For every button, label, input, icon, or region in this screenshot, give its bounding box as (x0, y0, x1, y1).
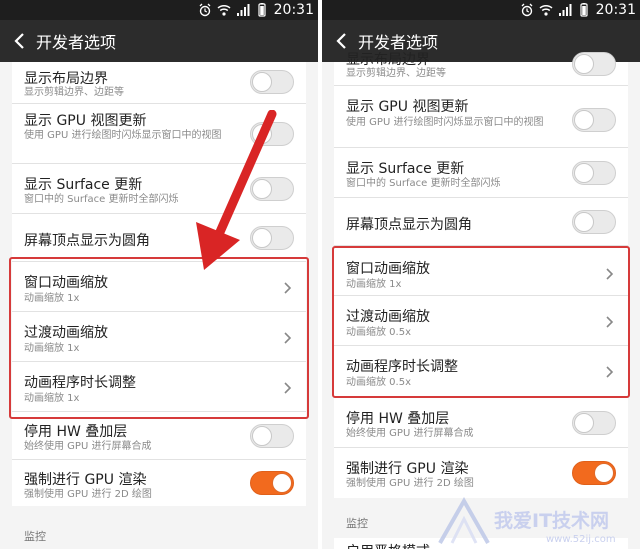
toggle-switch[interactable] (572, 52, 616, 76)
row-disable-hw-overlays[interactable]: 停用 HW 叠加层 始终使用 GPU 进行屏幕合成 (334, 398, 628, 448)
row-title: 停用 HW 叠加层 (24, 424, 128, 440)
right-screen: 20:31 开发者选项 显示布局边界 显示剪辑边界、边距等 显示 GPU 视图更… (322, 0, 640, 549)
left-screen: 20:31 开发者选项 显示布局边界 显示剪辑边界、边距等 显示 GPU 视图更… (0, 0, 318, 549)
page-title: 开发者选项 (36, 33, 117, 52)
row-rounded-corners[interactable]: 屏幕顶点显示为圆角 (334, 198, 628, 246)
highlight-box (332, 246, 630, 398)
toggle-switch[interactable] (572, 108, 616, 132)
row-subtitle: 显示剪辑边界、边距等 (346, 68, 446, 79)
row-title: 强制进行 GPU 渲染 (24, 472, 147, 488)
row-title: 显示 GPU 视图更新 (24, 113, 147, 129)
row-show-surface-updates[interactable]: 显示 Surface 更新 窗口中的 Surface 更新时全部闪烁 (334, 148, 628, 198)
toggle-switch[interactable] (250, 70, 294, 94)
row-subtitle: 使用 GPU 进行绘图时闪烁显示窗口中的视图 (346, 117, 544, 128)
wifi-icon (217, 4, 231, 16)
row-title: 显示布局边界 (24, 71, 108, 87)
row-force-gpu-rendering[interactable]: 强制进行 GPU 渲染 强制使用 GPU 进行 2D 绘图 (12, 460, 306, 506)
red-arrow-annotation (196, 110, 277, 270)
status-bar: 20:31 (0, 0, 318, 20)
row-show-layout-bounds[interactable]: 显示布局边界 显示剪辑边界、边距等 (12, 62, 306, 104)
status-bar: 20:31 (322, 0, 640, 20)
row-title: 显示布局边界 (346, 52, 430, 68)
toggle-switch[interactable] (250, 424, 294, 448)
row-title: 屏幕顶点显示为圆角 (346, 217, 472, 233)
watermark-logo: 我爱IT技术网 www.52ij.com (438, 497, 616, 545)
toggle-switch[interactable] (572, 461, 616, 485)
wifi-icon (539, 4, 553, 16)
row-subtitle: 始终使用 GPU 进行屏幕合成 (24, 441, 152, 452)
clock: 20:31 (273, 2, 314, 18)
row-title: 强制进行 GPU 渲染 (346, 461, 469, 477)
toggle-switch[interactable] (572, 161, 616, 185)
row-title: 显示 Surface 更新 (24, 177, 143, 193)
section-header-monitoring: 监控 (346, 517, 368, 530)
signal-icon (558, 4, 572, 16)
toggle-switch[interactable] (572, 210, 616, 234)
row-subtitle: 显示剪辑边界、边距等 (24, 87, 124, 98)
row-disable-hw-overlays[interactable]: 停用 HW 叠加层 始终使用 GPU 进行屏幕合成 (12, 412, 306, 460)
row-subtitle: 强制使用 GPU 进行 2D 绘图 (346, 478, 474, 489)
row-subtitle: 窗口中的 Surface 更新时全部闪烁 (346, 178, 501, 189)
back-button[interactable] (10, 31, 30, 51)
highlight-box (9, 257, 309, 419)
section-header-monitoring: 监控 (24, 530, 46, 543)
toggle-switch[interactable] (250, 471, 294, 495)
row-subtitle: 始终使用 GPU 进行屏幕合成 (346, 428, 474, 439)
signal-icon (236, 4, 250, 16)
back-chevron-icon (14, 33, 24, 49)
row-title: 启用严格模式 (346, 541, 430, 549)
row-subtitle: 强制使用 GPU 进行 2D 绘图 (24, 489, 152, 500)
row-show-layout-bounds[interactable]: 显示布局边界 显示剪辑边界、边距等 (334, 46, 628, 86)
watermark-text: 我爱IT技术网 (494, 509, 609, 532)
toggle-switch[interactable] (572, 411, 616, 435)
row-force-gpu-rendering[interactable]: 强制进行 GPU 渲染 强制使用 GPU 进行 2D 绘图 (334, 448, 628, 498)
row-title: 显示 GPU 视图更新 (346, 99, 469, 115)
row-title: 显示 Surface 更新 (346, 161, 465, 177)
alarm-icon (199, 3, 211, 17)
watermark-url: www.52ij.com (546, 534, 616, 545)
title-bar: 开发者选项 (0, 20, 318, 62)
row-title: 停用 HW 叠加层 (346, 411, 450, 427)
row-show-gpu-view-updates[interactable]: 显示 GPU 视图更新 使用 GPU 进行绘图时闪烁显示窗口中的视图 (334, 86, 628, 148)
battery-icon (580, 3, 588, 17)
row-title: 屏幕顶点显示为圆角 (24, 233, 150, 249)
clock: 20:31 (595, 2, 636, 18)
alarm-icon (521, 3, 533, 17)
battery-icon (258, 3, 266, 17)
